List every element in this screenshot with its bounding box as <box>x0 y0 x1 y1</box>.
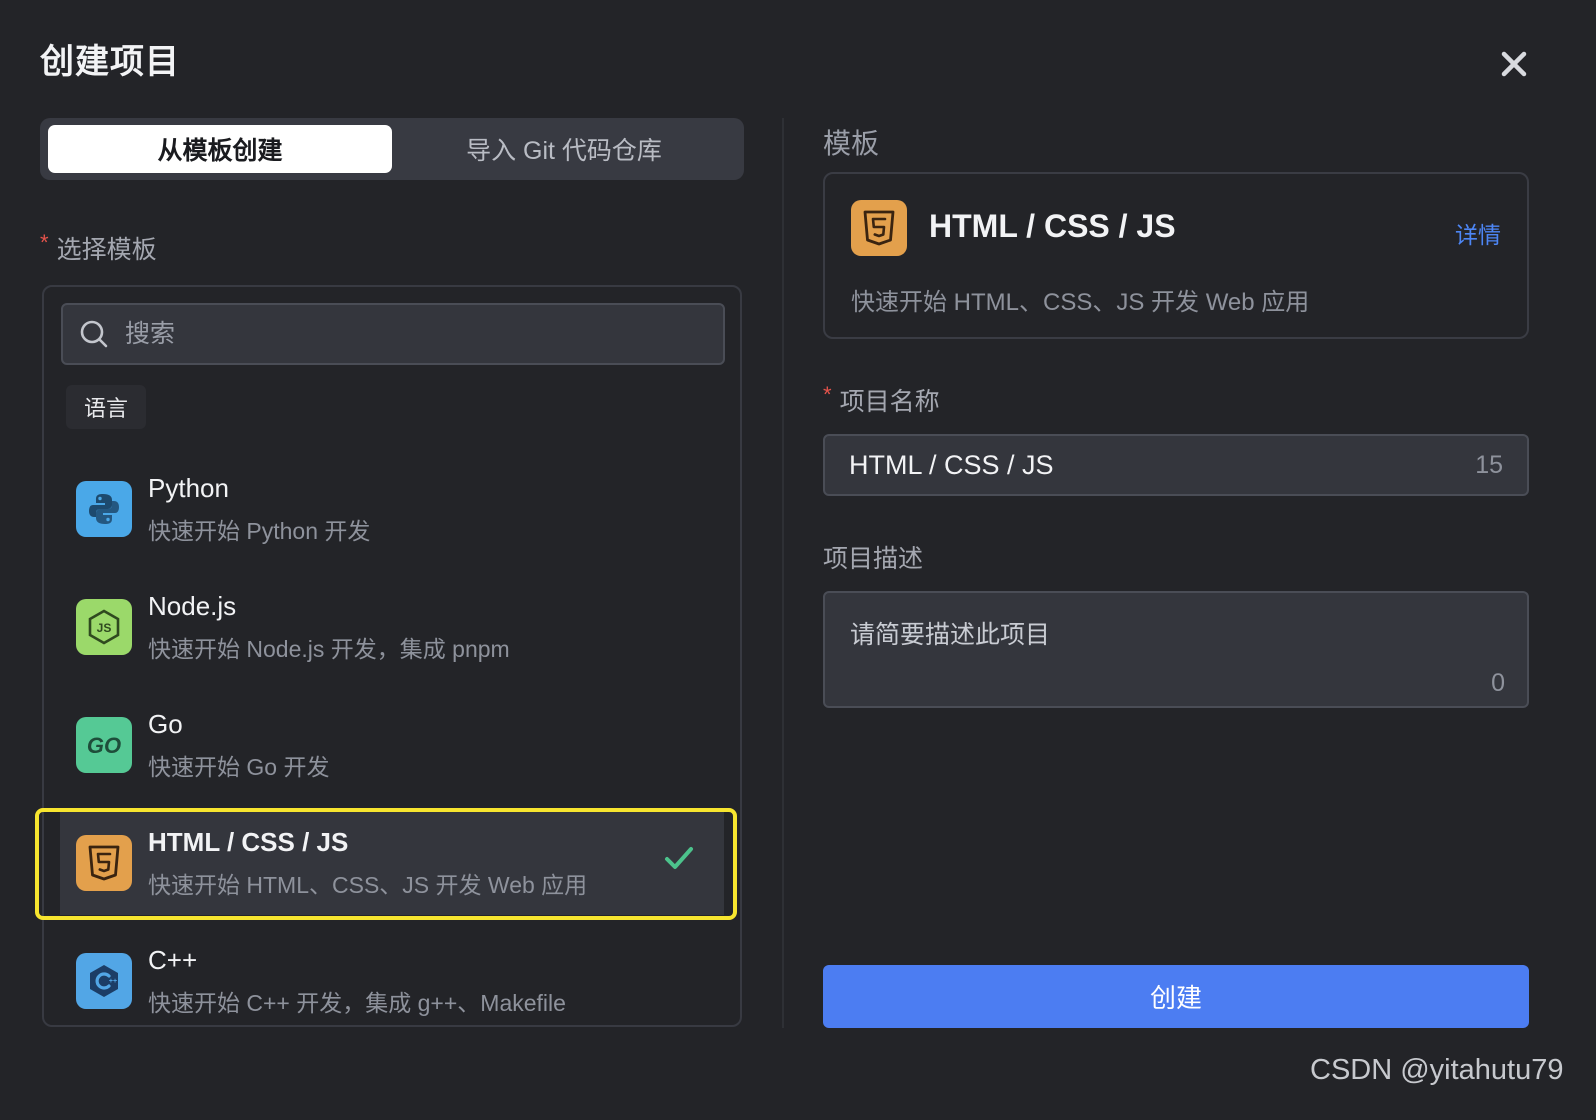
template-name: HTML / CSS / JS <box>148 826 349 857</box>
project-desc-label: 项目描述 <box>823 545 924 573</box>
template-desc: 快速开始 HTML、CSS、JS 开发 Web 应用 <box>148 871 588 898</box>
template-list-panel: 语言 Python 快速开始 Python 开发 JS Node.js 快速开始… <box>42 285 742 1027</box>
project-name-input[interactable]: HTML / CSS / JS 15 <box>823 434 1529 496</box>
watermark: CSDN @yitahutu79 <box>1310 1054 1564 1086</box>
template-desc: 快速开始 Python 开发 <box>148 517 371 544</box>
template-desc: 快速开始 Go 开发 <box>148 753 330 780</box>
template-desc: 快速开始 C++ 开发，集成 g++、Makefile <box>148 989 566 1016</box>
char-counter: 0 <box>1491 669 1505 697</box>
mode-tabs: 从模板创建 导入 Git 代码仓库 <box>40 118 744 180</box>
project-name-label: * 项目名称 <box>823 382 940 416</box>
category-chip-language[interactable]: 语言 <box>66 385 147 429</box>
template-name: C++ <box>148 944 198 975</box>
template-name: Node.js <box>148 590 237 621</box>
search-input[interactable] <box>125 319 685 349</box>
go-icon: GO <box>76 717 132 773</box>
list-item-go[interactable]: GO Go 快速开始 Go 开发 <box>44 693 740 797</box>
svg-text:JS: JS <box>97 621 112 635</box>
cpp-icon: ++ <box>76 953 132 1009</box>
tab-import-git[interactable]: 导入 Git 代码仓库 <box>392 125 736 173</box>
char-counter: 15 <box>1475 450 1503 479</box>
tab-from-template[interactable]: 从模板创建 <box>48 125 392 173</box>
required-mark: * <box>823 382 832 407</box>
template-name: Go <box>148 708 183 739</box>
selected-template-card: HTML / CSS / JS 详情 快速开始 HTML、CSS、JS 开发 W… <box>823 172 1529 339</box>
python-icon <box>76 481 132 537</box>
panel-divider <box>782 118 784 1028</box>
project-desc-placeholder: 请简要描述此项目 <box>850 621 1051 649</box>
selected-template-name: HTML / CSS / JS <box>929 208 1176 244</box>
template-desc: 快速开始 Node.js 开发，集成 pnpm <box>148 635 510 662</box>
detail-link[interactable]: 详情 <box>1455 216 1501 250</box>
check-icon <box>665 847 693 869</box>
svg-text:++: ++ <box>109 978 117 985</box>
html5-icon <box>76 835 132 891</box>
list-item-cpp[interactable]: ++ C++ 快速开始 C++ 开发，集成 g++、Makefile <box>44 929 740 1025</box>
project-name-value: HTML / CSS / JS <box>849 449 1054 480</box>
project-desc-textarea[interactable]: 请简要描述此项目 0 <box>823 591 1529 708</box>
template-section-label: 模板 <box>823 128 880 159</box>
required-mark: * <box>40 230 49 255</box>
html5-icon <box>851 200 907 256</box>
close-button[interactable] <box>1494 44 1534 84</box>
selected-template-desc: 快速开始 HTML、CSS、JS 开发 Web 应用 <box>851 289 1310 316</box>
nodejs-icon: JS <box>76 599 132 655</box>
list-item-python[interactable]: Python 快速开始 Python 开发 <box>44 457 740 561</box>
svg-text:GO: GO <box>87 733 121 758</box>
search-box <box>61 303 725 365</box>
list-item-html-css-js[interactable]: HTML / CSS / JS 快速开始 HTML、CSS、JS 开发 Web … <box>60 811 724 915</box>
template-name: Python <box>148 472 229 503</box>
list-item-nodejs[interactable]: JS Node.js 快速开始 Node.js 开发，集成 pnpm <box>44 575 740 679</box>
dialog-title: 创建项目 <box>40 43 180 81</box>
search-icon <box>80 320 108 348</box>
template-select-label: * 选择模板 <box>40 230 157 264</box>
create-button[interactable]: 创建 <box>823 965 1529 1028</box>
close-icon <box>1501 51 1527 77</box>
